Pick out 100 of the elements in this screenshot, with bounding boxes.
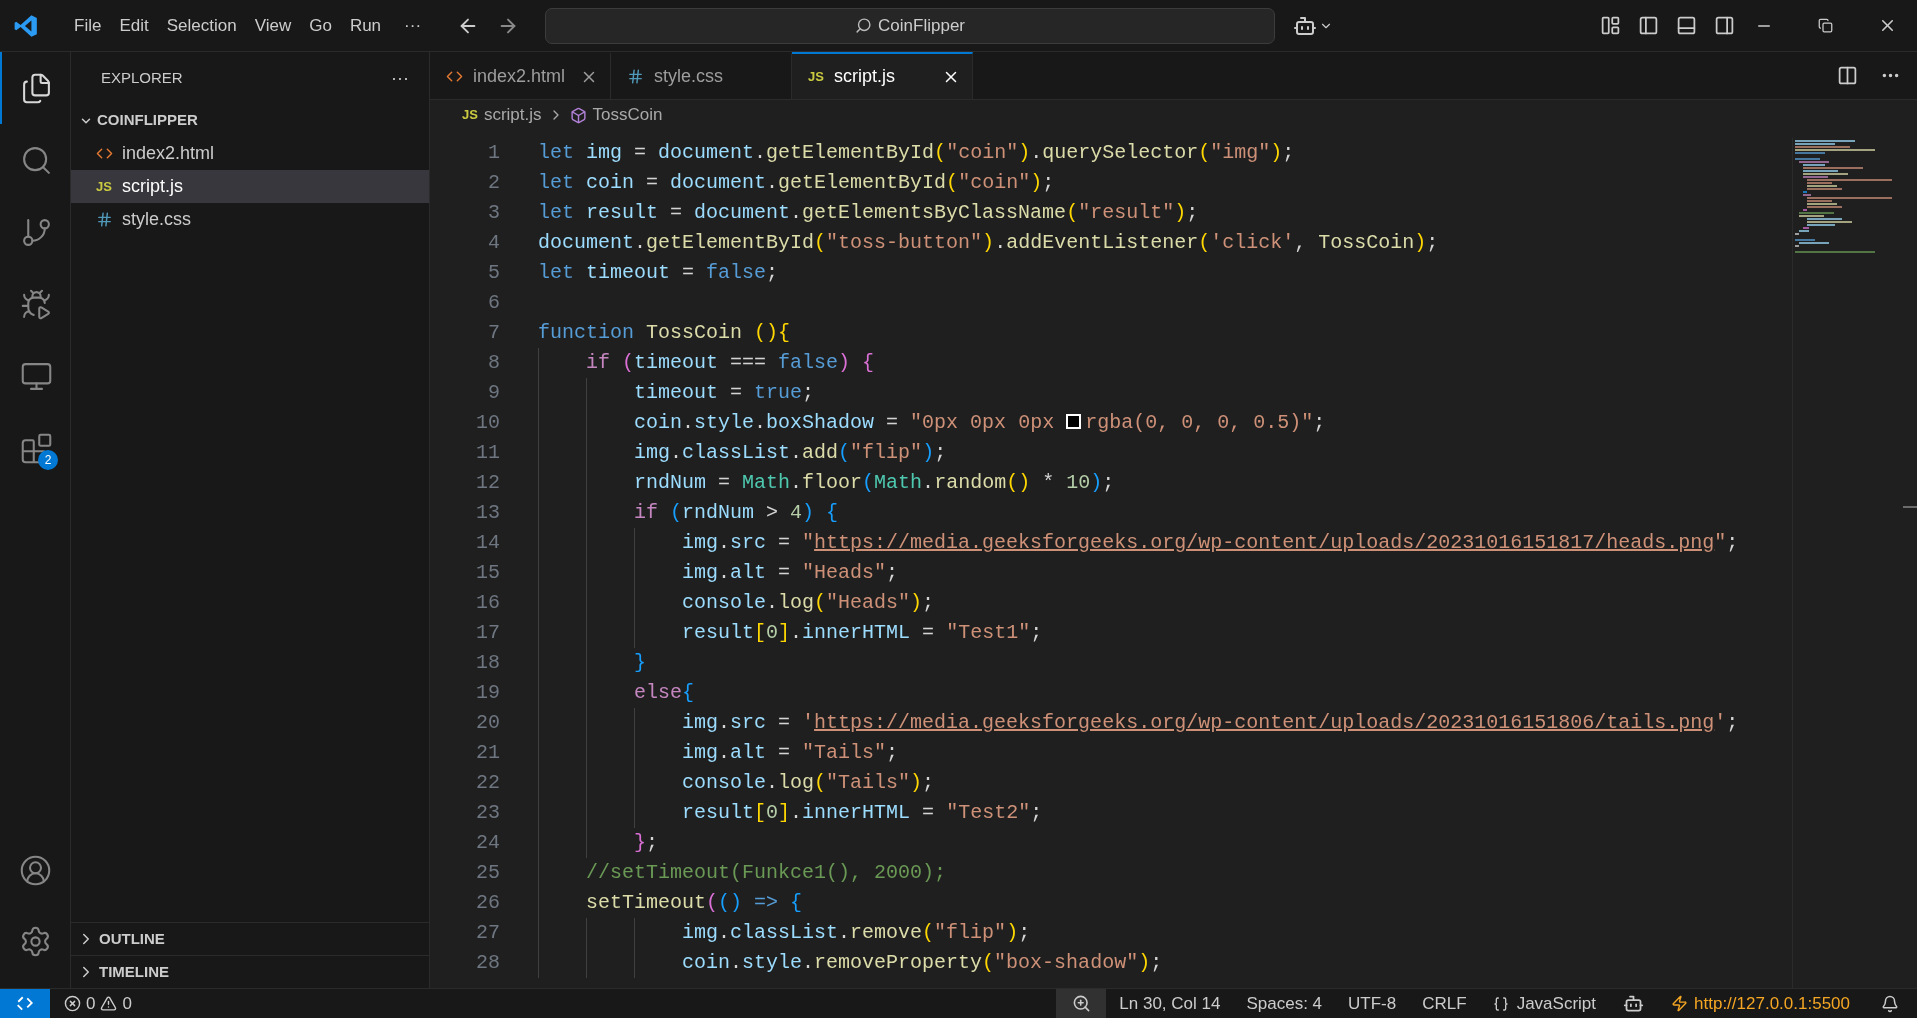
code-line: if (rndNum > 4) { bbox=[538, 498, 1792, 528]
notification-badge: 2 bbox=[38, 450, 58, 470]
menu-item[interactable]: Go bbox=[300, 8, 341, 43]
menu-item[interactable]: File bbox=[65, 8, 111, 43]
line-number: 6 bbox=[487, 290, 500, 316]
panel-bottom-icon[interactable] bbox=[1676, 15, 1697, 36]
editor-tab[interactable]: JS script.js bbox=[792, 52, 973, 99]
code-line: }; bbox=[538, 828, 1792, 858]
code-line: timeout = true; bbox=[538, 378, 1792, 408]
line-number: 16 bbox=[475, 590, 500, 616]
more-actions-button[interactable]: ··· bbox=[391, 64, 409, 92]
explorer-tree-row[interactable]: JS script.js bbox=[71, 170, 429, 203]
line-ending-status[interactable]: CRLF bbox=[1409, 989, 1480, 1018]
line-number: 9 bbox=[487, 380, 500, 406]
explorer-tree-row[interactable]: style.css bbox=[71, 203, 429, 236]
tab-label: style.css bbox=[654, 65, 723, 88]
line-number: 21 bbox=[475, 740, 500, 766]
cursor-position[interactable]: Ln 30, Col 14 bbox=[1106, 989, 1234, 1018]
line-number: 11 bbox=[475, 440, 500, 466]
cube-icon bbox=[569, 106, 587, 124]
blocks-icon[interactable] bbox=[19, 431, 53, 465]
remote-button[interactable] bbox=[0, 989, 50, 1018]
bug-play-icon[interactable] bbox=[19, 287, 53, 321]
line-number: 28 bbox=[475, 950, 500, 976]
robot-icon[interactable] bbox=[1623, 993, 1645, 1014]
code-line: img.src = "https://media.geeksforgeeks.org/wp-content/uploads/20231016151817/heads.png"; bbox=[538, 528, 1792, 558]
problems-button[interactable]: 0 0 bbox=[50, 989, 146, 1018]
line-number: 24 bbox=[475, 830, 500, 856]
file-type-label: JS bbox=[462, 106, 478, 125]
scrollbar-thumb[interactable] bbox=[1903, 506, 1917, 508]
folder-header[interactable]: COINFLIPPER bbox=[71, 104, 429, 137]
file-type-label: JS bbox=[96, 177, 112, 196]
code-line: if (timeout === false) { bbox=[538, 348, 1792, 378]
code-line: img.classList.add("flip"); bbox=[538, 438, 1792, 468]
lightning-icon bbox=[1671, 995, 1689, 1012]
more-menu-button[interactable]: ··· bbox=[390, 12, 436, 39]
code-line: img.src = 'https://media.geeksforgeeks.org/wp-content/uploads/20231016151806/tails.png'; bbox=[538, 708, 1792, 738]
restore-icon[interactable] bbox=[1818, 18, 1833, 33]
search-icon bbox=[855, 17, 873, 34]
live-server-link[interactable]: http://127.0.0.1:5500 bbox=[1658, 989, 1863, 1018]
line-number: 12 bbox=[475, 470, 500, 496]
line-number: 22 bbox=[475, 770, 500, 796]
menu-item[interactable]: View bbox=[245, 8, 301, 43]
line-number: 25 bbox=[475, 860, 500, 886]
line-number: 19 bbox=[475, 680, 500, 706]
line-number: 8 bbox=[487, 350, 500, 376]
line-number: 14 bbox=[475, 530, 500, 556]
code-line: let img = document.getElementById("coin").querySelector("img"); bbox=[538, 140, 1296, 166]
line-number: 2 bbox=[487, 170, 500, 196]
menu-item[interactable]: Edit bbox=[110, 8, 158, 43]
bell-icon[interactable] bbox=[1881, 994, 1899, 1013]
code-line: } bbox=[538, 648, 1792, 678]
breadcrumb-item[interactable]: TossCoin bbox=[592, 102, 663, 128]
section-header[interactable]: OUTLINE bbox=[71, 922, 429, 955]
line-number: 5 bbox=[487, 260, 500, 286]
account-icon[interactable] bbox=[18, 854, 52, 887]
line-number: 20 bbox=[475, 710, 500, 736]
layout-icon[interactable] bbox=[1600, 15, 1621, 36]
line-number: 3 bbox=[487, 200, 500, 226]
encoding-status[interactable]: UTF-8 bbox=[1335, 989, 1410, 1018]
color-swatch-icon[interactable] bbox=[1066, 414, 1082, 429]
line-number: 13 bbox=[475, 500, 500, 526]
search-value: CoinFlipper bbox=[878, 14, 965, 37]
panel-left-icon[interactable] bbox=[1638, 15, 1659, 36]
code-line: //setTimeout(Funkce1(), 2000); bbox=[538, 858, 1792, 888]
code-line: console.log("Tails"); bbox=[538, 768, 1792, 798]
code-line: img.alt = "Heads"; bbox=[538, 558, 1792, 588]
code-line: rndNum = Math.floor(Math.random() * 10); bbox=[538, 468, 1792, 498]
split-editor-icon[interactable] bbox=[1837, 65, 1858, 86]
zoom-button[interactable] bbox=[1056, 989, 1107, 1018]
code-line: let coin = document.getElementById("coin"); bbox=[538, 170, 1056, 196]
code-line: document.getElementById("toss-button").addEventListener('click', TossCoin); bbox=[538, 230, 1440, 256]
line-number: 1 bbox=[487, 140, 500, 166]
line-number: 10 bbox=[475, 410, 500, 436]
hash-icon bbox=[95, 211, 113, 228]
indentation-status[interactable]: Spaces: 4 bbox=[1233, 989, 1336, 1018]
editor-tab[interactable]: index2.html bbox=[430, 52, 611, 99]
line-number: 4 bbox=[487, 230, 500, 256]
remote-icon bbox=[16, 994, 34, 1013]
warning-icon bbox=[100, 995, 118, 1012]
panel-right-icon[interactable] bbox=[1714, 15, 1735, 36]
menu-item[interactable]: Selection bbox=[157, 8, 246, 43]
code-line: result[0].innerHTML = "Test2"; bbox=[538, 798, 1792, 828]
breadcrumb-item[interactable]: script.js bbox=[483, 102, 542, 128]
code-line: function TossCoin (){ bbox=[538, 320, 792, 346]
tab-label: index2.html bbox=[473, 65, 566, 88]
line-number: 18 bbox=[475, 650, 500, 676]
line-number: 17 bbox=[475, 620, 500, 646]
line-number: 26 bbox=[475, 890, 500, 916]
code-line: let result = document.getElementsByClassName("result"); bbox=[538, 200, 1200, 226]
code-line: console.log("Heads"); bbox=[538, 588, 1792, 618]
error-icon bbox=[64, 995, 81, 1012]
menu-item[interactable]: Run bbox=[340, 8, 391, 43]
app-logo-icon bbox=[13, 12, 39, 39]
line-number: 7 bbox=[487, 320, 500, 346]
language-mode[interactable]: JavaScript bbox=[1479, 989, 1610, 1018]
braces-icon bbox=[1492, 995, 1509, 1012]
explorer-tree-row[interactable]: index2.html bbox=[71, 137, 429, 170]
code-line: img.classList.remove("flip"); bbox=[538, 918, 1792, 948]
search-field[interactable]: CoinFlipper bbox=[545, 7, 1276, 44]
